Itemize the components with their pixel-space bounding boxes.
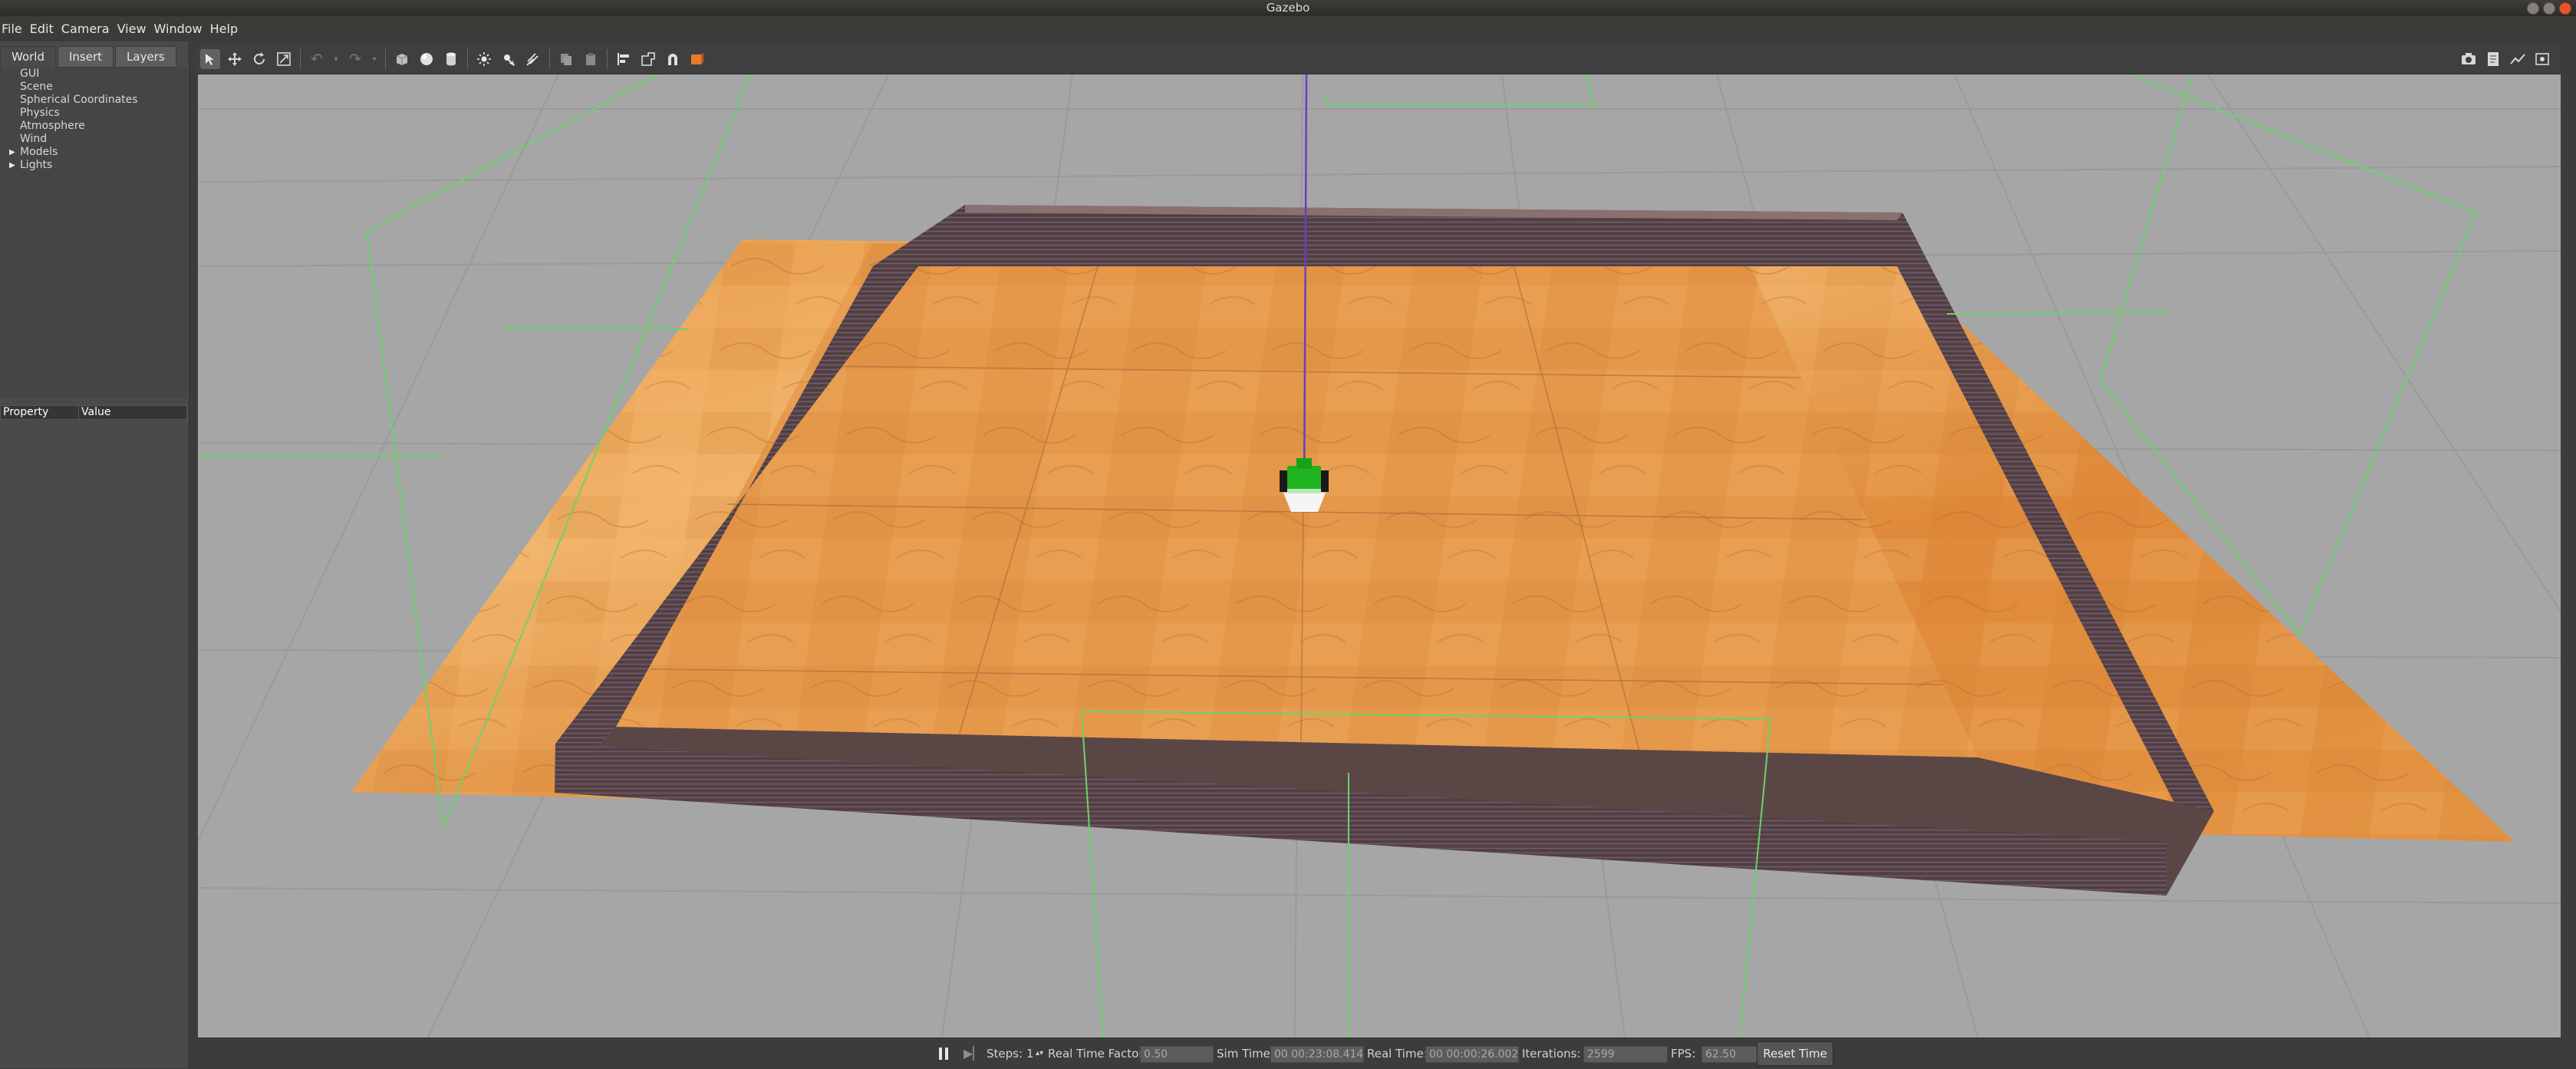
menu-edit[interactable]: Edit bbox=[30, 21, 61, 36]
window-title: Gazebo bbox=[1266, 1, 1310, 15]
minimize-icon[interactable] bbox=[2527, 2, 2539, 15]
toolbar-right bbox=[2456, 49, 2555, 69]
translate-icon[interactable] bbox=[225, 49, 245, 69]
sim-time-label: Sim Time: bbox=[1217, 1047, 1274, 1061]
tab-layers[interactable]: Layers bbox=[115, 46, 176, 68]
real-time-factor-field: 0.50 bbox=[1140, 1046, 1214, 1063]
pause-button[interactable] bbox=[936, 1046, 951, 1061]
toolbar-separator bbox=[607, 49, 608, 69]
box-icon[interactable] bbox=[392, 49, 412, 69]
property-table-header: Property Value bbox=[0, 405, 187, 420]
iterations-field: 2599 bbox=[1583, 1046, 1668, 1063]
tree-item-label: Physics bbox=[20, 107, 60, 119]
tree-item-scene[interactable]: Scene bbox=[0, 81, 187, 94]
real-time-factor-label: Real Time Factor: bbox=[1048, 1047, 1148, 1061]
toolbar: ↶ ▾ ↷ ▾ bbox=[198, 45, 2561, 74]
world-tree: GUI Scene Spherical Coordinates Physics … bbox=[0, 68, 187, 398]
tree-item-physics[interactable]: Physics bbox=[0, 107, 187, 120]
steps-label: Steps: bbox=[987, 1047, 1023, 1061]
reset-time-button[interactable]: Reset Time bbox=[1757, 1041, 1833, 1066]
tree-item-label: GUI bbox=[20, 68, 40, 80]
select-arrow-icon[interactable] bbox=[200, 49, 220, 69]
point-light-icon[interactable] bbox=[474, 49, 494, 69]
magnet-icon[interactable] bbox=[663, 49, 683, 69]
steps-spinner-icon[interactable]: ▴▾ bbox=[1036, 1046, 1043, 1061]
tree-item-label: Scene bbox=[20, 81, 53, 93]
left-panel: World Insert Layers GUI Scene Spherical … bbox=[0, 41, 189, 1068]
view-angle-icon[interactable] bbox=[687, 49, 707, 69]
fps-label: FPS: bbox=[1671, 1047, 1696, 1061]
sim-time-field: 00 00:23:08.414 bbox=[1270, 1046, 1364, 1063]
toolbar-separator bbox=[467, 49, 468, 69]
expand-arrow-icon[interactable]: ▶ bbox=[9, 159, 15, 172]
menu-window[interactable]: Window bbox=[154, 21, 210, 36]
tree-item-lights[interactable]: ▶ Lights bbox=[0, 159, 187, 172]
tree-item-gui[interactable]: GUI bbox=[0, 68, 187, 81]
tab-world[interactable]: World bbox=[0, 46, 56, 68]
paste-icon[interactable] bbox=[581, 49, 601, 69]
property-column-header: Property bbox=[1, 406, 79, 419]
panel-splitter[interactable] bbox=[189, 41, 196, 1068]
maximize-icon[interactable] bbox=[2543, 2, 2555, 15]
real-time-field: 00 00:00:26.002 bbox=[1425, 1046, 1519, 1063]
step-icon[interactable]: ▶▏ bbox=[964, 1046, 983, 1061]
tree-item-wind[interactable]: Wind bbox=[0, 133, 187, 146]
title-bar: Gazebo bbox=[0, 0, 2576, 16]
screenshot-icon[interactable] bbox=[2459, 49, 2479, 69]
directional-light-icon[interactable] bbox=[523, 49, 543, 69]
video-record-icon[interactable] bbox=[2532, 49, 2552, 69]
redo-dropdown-icon[interactable]: ▾ bbox=[370, 49, 379, 69]
toolbar-separator bbox=[300, 49, 301, 69]
tab-insert[interactable]: Insert bbox=[58, 46, 114, 68]
undo-dropdown-icon[interactable]: ▾ bbox=[331, 49, 341, 69]
iterations-label: Iterations: bbox=[1522, 1047, 1581, 1061]
right-edge bbox=[2561, 41, 2576, 1068]
tree-item-label: Atmosphere bbox=[20, 120, 85, 132]
menu-help[interactable]: Help bbox=[210, 21, 245, 36]
property-table: Property Value bbox=[0, 405, 187, 420]
tree-item-label: Models bbox=[20, 146, 58, 158]
steps-value[interactable]: 1 bbox=[1026, 1046, 1034, 1061]
rotate-icon[interactable] bbox=[249, 49, 269, 69]
close-icon[interactable] bbox=[2559, 2, 2571, 15]
expand-arrow-icon[interactable]: ▶ bbox=[9, 146, 15, 159]
menu-file[interactable]: File bbox=[2, 21, 30, 36]
tree-item-label: Wind bbox=[20, 133, 48, 145]
real-time-label: Real Time: bbox=[1367, 1047, 1428, 1061]
scale-icon[interactable] bbox=[274, 49, 294, 69]
tree-item-spherical-coordinates[interactable]: Spherical Coordinates bbox=[0, 94, 187, 107]
log-icon[interactable] bbox=[2483, 49, 2503, 69]
menu-bar: File Edit Camera View Window Help bbox=[0, 16, 2576, 41]
cylinder-icon[interactable] bbox=[441, 49, 461, 69]
undo-icon[interactable]: ↶ bbox=[307, 49, 327, 69]
snap-icon[interactable] bbox=[638, 49, 658, 69]
menu-view[interactable]: View bbox=[117, 21, 154, 36]
toolbar-separator bbox=[549, 49, 550, 69]
tree-item-label: Spherical Coordinates bbox=[20, 94, 138, 106]
toolbar-separator bbox=[385, 49, 386, 69]
panel-tabs: World Insert Layers bbox=[0, 46, 178, 68]
sphere-icon[interactable] bbox=[417, 49, 436, 69]
value-column-header: Value bbox=[81, 406, 111, 418]
scene-render bbox=[198, 74, 2561, 1038]
align-icon[interactable] bbox=[614, 49, 634, 69]
redo-icon[interactable]: ↷ bbox=[345, 49, 365, 69]
plot-icon[interactable] bbox=[2508, 49, 2528, 69]
tree-item-models[interactable]: ▶ Models bbox=[0, 146, 187, 159]
3d-viewport[interactable] bbox=[198, 74, 2561, 1038]
copy-icon[interactable] bbox=[556, 49, 576, 69]
menu-camera[interactable]: Camera bbox=[61, 21, 117, 36]
tree-item-atmosphere[interactable]: Atmosphere bbox=[0, 120, 187, 133]
spot-light-icon[interactable] bbox=[499, 49, 519, 69]
window-controls bbox=[2527, 2, 2571, 15]
status-bar: ▶▏ Steps: 1 ▴▾ Real Time Factor: 0.50 Si… bbox=[198, 1038, 2561, 1069]
tree-item-label: Lights bbox=[20, 159, 53, 171]
